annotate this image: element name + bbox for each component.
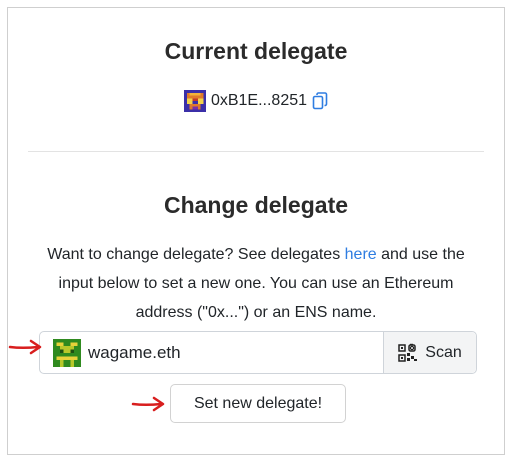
delegate-input-group: wagame.eth Scan [39, 331, 477, 374]
delegate-avatar [183, 90, 206, 112]
copy-icon[interactable] [312, 92, 328, 110]
delegates-link[interactable]: here [345, 246, 377, 263]
arrow-to-button-icon [131, 396, 165, 412]
delegate-input[interactable]: wagame.eth [40, 332, 383, 373]
arrow-to-input-icon [8, 339, 42, 355]
section-divider [28, 151, 484, 152]
scan-label: Scan [425, 343, 462, 361]
scan-button[interactable]: Scan [383, 332, 476, 373]
current-delegate-row: 0xB1E...8251 [8, 90, 504, 112]
current-delegate-address: 0xB1E...8251 [210, 92, 308, 109]
current-delegate-title: Current delegate [164, 38, 348, 64]
description-text-1: Want to change delegate? See delegates [47, 246, 345, 263]
set-delegate-button[interactable]: Set new delegate! [170, 384, 346, 423]
delegate-panel: Current delegate 0xB1E...8251 Change del… [7, 7, 505, 455]
change-delegate-description: Want to change delegate? See delegates h… [38, 240, 474, 327]
change-delegate-title: Change delegate [163, 192, 349, 218]
delegate-input-value: wagame.eth [88, 342, 181, 362]
qr-scan-icon [398, 343, 418, 362]
ens-avatar [53, 338, 81, 367]
